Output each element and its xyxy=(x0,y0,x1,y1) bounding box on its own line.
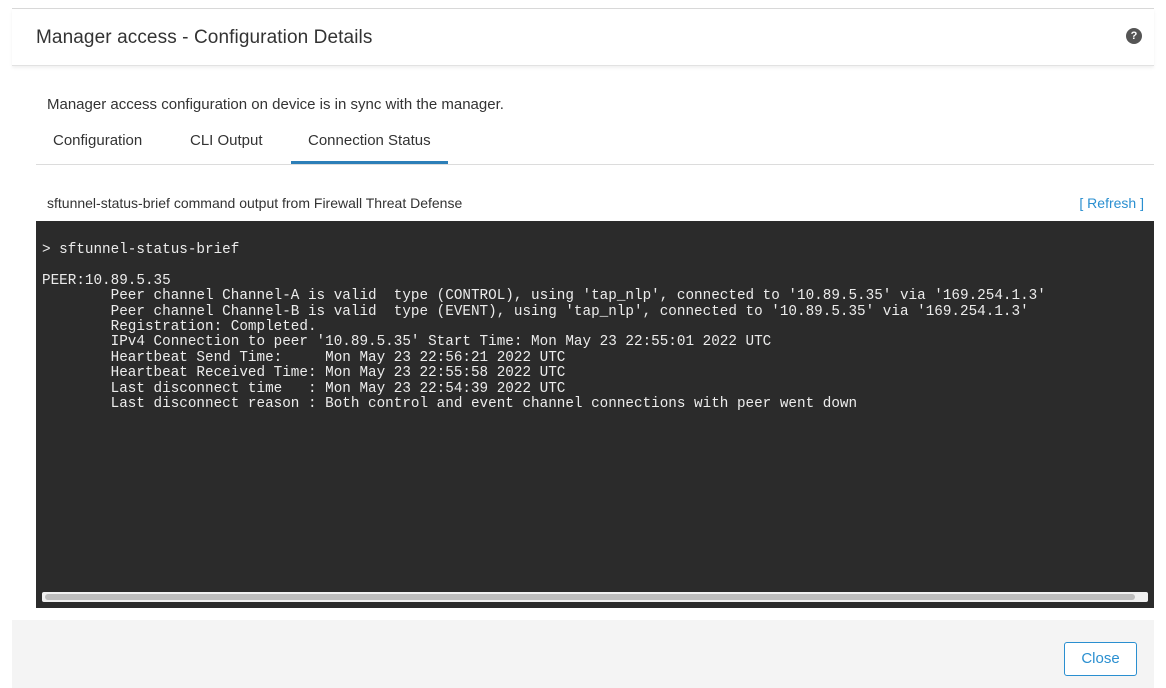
terminal-line: Heartbeat Send Time: Mon May 23 22:56:21… xyxy=(42,349,566,366)
horizontal-scrollbar[interactable] xyxy=(42,592,1148,602)
tab-connection-status[interactable]: Connection Status xyxy=(291,124,448,164)
terminal-line: Last disconnect time : Mon May 23 22:54:… xyxy=(42,380,566,397)
tab-cli-output[interactable]: CLI Output xyxy=(173,124,280,164)
help-icon[interactable]: ? xyxy=(1126,28,1142,44)
tab-bar: Configuration CLI Output Connection Stat… xyxy=(36,124,1154,165)
tab-configuration[interactable]: Configuration xyxy=(36,124,159,164)
close-button[interactable]: Close xyxy=(1064,642,1137,676)
dialog-title: Manager access - Configuration Details xyxy=(36,27,373,48)
dialog-header: Manager access - Configuration Details ? xyxy=(12,9,1154,66)
terminal-line: Registration: Completed. xyxy=(42,319,317,336)
terminal-output[interactable]: > sftunnel-status-brief PEER:10.89.5.35 … xyxy=(36,221,1154,608)
terminal-line: PEER:10.89.5.35 xyxy=(42,272,171,289)
dialog-footer: Close xyxy=(12,620,1154,688)
sync-status-message: Manager access configuration on device i… xyxy=(47,96,504,113)
terminal-line: Peer channel Channel-B is valid type (EV… xyxy=(42,303,1029,320)
terminal-line: Heartbeat Received Time: Mon May 23 22:5… xyxy=(42,365,566,382)
refresh-link[interactable]: [ Refresh ] xyxy=(1079,195,1144,211)
output-description: sftunnel-status-brief command output fro… xyxy=(47,195,463,211)
scrollbar-thumb[interactable] xyxy=(45,594,1135,600)
terminal-line: Last disconnect reason : Both control an… xyxy=(42,396,858,413)
terminal-line: > sftunnel-status-brief xyxy=(42,242,240,258)
terminal-line: Peer channel Channel-A is valid type (CO… xyxy=(42,288,1046,305)
terminal-text: > sftunnel-status-brief PEER:10.89.5.35 … xyxy=(42,242,1046,413)
terminal-line: IPv4 Connection to peer '10.89.5.35' Sta… xyxy=(42,334,772,351)
